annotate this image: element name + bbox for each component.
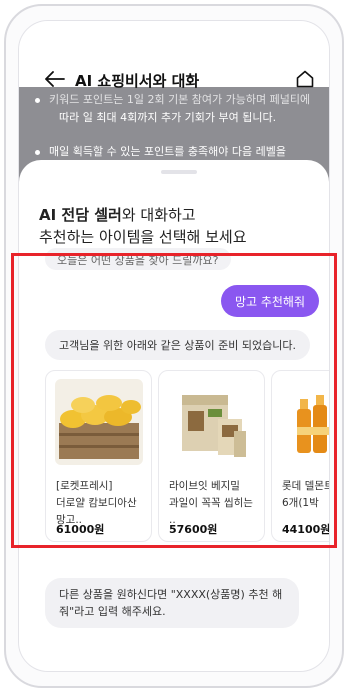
bullet-icon	[35, 150, 40, 155]
user-message-bubble: 망고 추천해줘	[220, 285, 319, 317]
hint-message-bubble: 다른 상품을 원하신다면 "XXXX(상품명) 추천 해줘"라고 입력 해주세요…	[45, 578, 299, 628]
product-card[interactable]: [로켓프레시] 더로얄 캄보디아산 망고.. 61000원	[45, 370, 152, 542]
home-icon[interactable]	[295, 69, 315, 89]
product-price: 61000원	[56, 523, 105, 536]
product-carousel[interactable]: [로켓프레시] 더로얄 캄보디아산 망고.. 61000원 라이브잇 베지밀 과…	[45, 370, 330, 542]
product-price: 44100원	[282, 523, 330, 536]
app-header: AI 쇼핑비서와 대화	[19, 21, 329, 90]
sheet-drag-handle[interactable]	[161, 170, 197, 174]
product-price: 57600원	[169, 523, 218, 536]
product-name: 롯데 델몬트 1.5L 6개(1박	[282, 480, 329, 509]
notice-line-1: 키워드 포인트는 1일 2회 기본 참여가 가능하며 페널티에	[49, 93, 311, 106]
phone-frame: 키워드 포인트는 1일 2회 기본 참여가 가능하며 페널티에 따라 일 최대 …	[4, 4, 344, 688]
sheet-title-line2: 추천하는 아이템을 선택해 보세요	[39, 228, 247, 246]
product-image	[281, 379, 329, 465]
product-image	[168, 379, 256, 465]
arrow-left-icon[interactable]	[45, 71, 65, 87]
sheet-title-rest: 와 대화하고	[121, 206, 196, 224]
bullet-icon	[35, 98, 40, 103]
chat-bottom-sheet: AI 전담 셀러와 대화하고 추천하는 아이템을 선택해 보세요 오늘은 어떤 …	[19, 160, 330, 671]
screen: 키워드 포인트는 1일 2회 기본 참여가 가능하며 페널티에 따라 일 최대 …	[18, 20, 330, 672]
notice-line-3: 매일 획득할 수 있는 포인트를 충족해야 다음 레벨을	[49, 145, 286, 158]
prior-question-bubble: 오늘은 어떤 상품을 찾아 드릴까요?	[45, 248, 231, 270]
bot-message-bubble: 고객님을 위한 아래와 같은 상품이 준비 되었습니다.	[45, 330, 310, 360]
product-image	[55, 379, 143, 465]
product-card[interactable]: 라이브잇 베지밀 과일이 꼭꼭 씹히는 .. 57600원	[158, 370, 265, 542]
product-card[interactable]: 롯데 델몬트 1.5L 6개(1박 44100원	[271, 370, 330, 542]
notice-line-2: 따라 일 최대 4회까지 추가 기회가 부여 됩니다.	[59, 111, 277, 124]
page-title: AI 쇼핑비서와 대화	[75, 72, 200, 90]
sheet-title: AI 전담 셀러와 대화하고 추천하는 아이템을 선택해 보세요	[39, 204, 247, 248]
sheet-title-bold: AI 전담 셀러	[39, 206, 122, 224]
